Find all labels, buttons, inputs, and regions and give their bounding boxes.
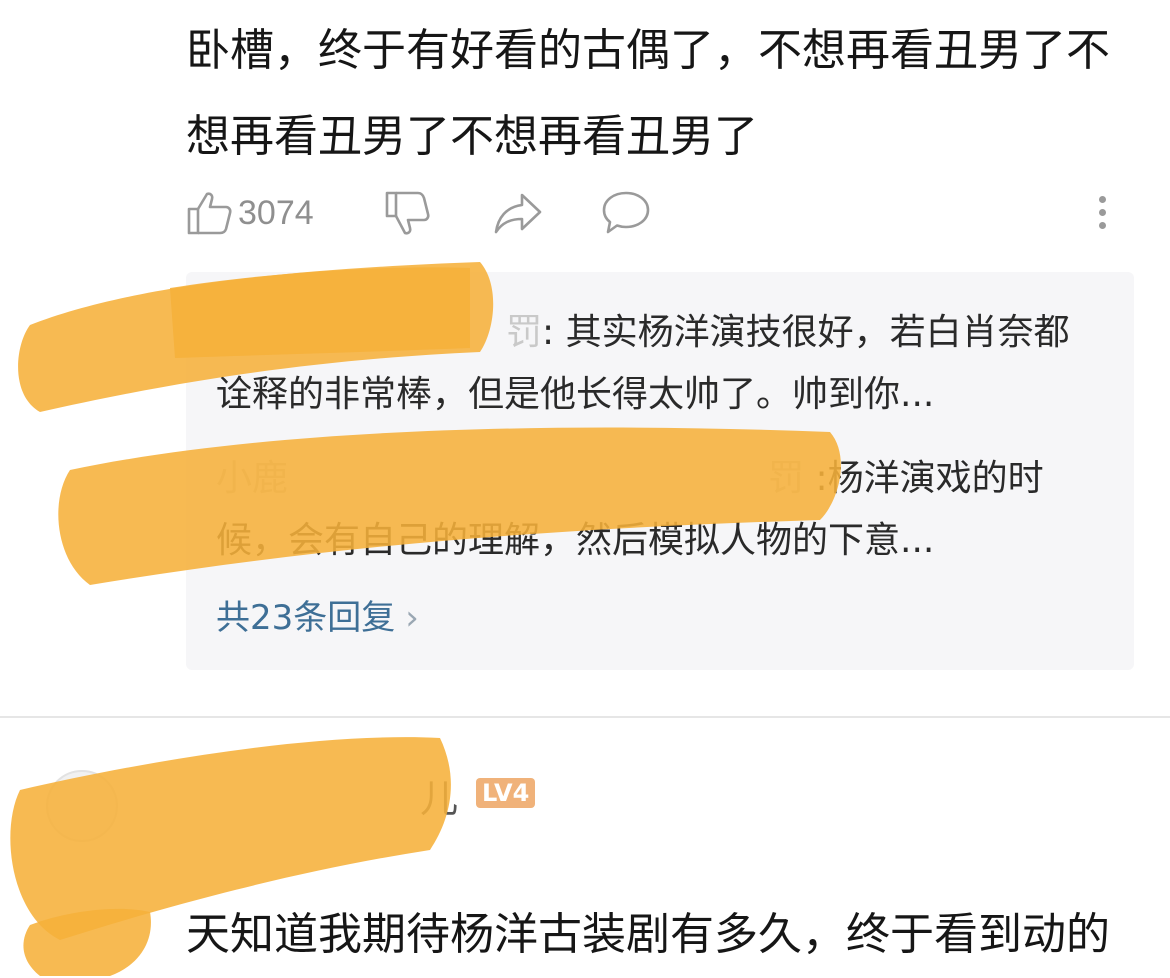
thumbs-down-icon <box>384 189 432 237</box>
reply-author[interactable]: 罚 <box>506 312 542 353</box>
replies-count-label: 共23条回复 <box>216 598 396 638</box>
username[interactable]: 儿 <box>420 768 458 823</box>
like-count: 3074 <box>238 193 314 232</box>
share-button[interactable] <box>492 184 544 242</box>
avatar[interactable] <box>46 770 118 842</box>
comment-bubble-icon <box>600 189 652 237</box>
more-vertical-icon <box>1099 196 1106 229</box>
like-button[interactable]: 3074 <box>186 184 314 242</box>
comment-action-bar: 3074 <box>186 184 1136 242</box>
view-all-replies-link[interactable]: 共23条回复 › <box>216 590 419 639</box>
reply-author[interactable]: 小鹿 <box>216 458 288 499</box>
more-options-button[interactable] <box>1099 190 1106 235</box>
reply-item[interactable]: 小鹿 罚 :杨洋演戏的时候，会有自己的理解，然后模拟人物的下意... <box>216 448 1096 572</box>
comment-text: 卧槽，终于有好看的古偶了，不想再看丑男了不想再看丑男了不想再看丑男了 <box>186 25 1110 162</box>
level-badge: LV4 <box>476 778 536 808</box>
chevron-right-icon: › <box>405 598 419 638</box>
reply-author-tail: 罚 <box>768 458 805 499</box>
reply-text: :杨洋演戏的时候，会有自己的理解，然后模拟人物的下意... <box>216 458 1044 561</box>
reply-text: : 其实杨洋演技很好，若白肖奈都诠释的非常棒，但是他长得太帅了。帅到你... <box>216 312 1070 415</box>
share-icon <box>492 190 544 236</box>
comment-text: 天知道我期待杨洋古装剧有多久，终于看到动的 <box>186 909 1110 960</box>
thumbs-up-icon <box>186 190 234 236</box>
reply-preview-box: 罚: 其实杨洋演技很好，若白肖奈都诠释的非常棒，但是他长得太帅了。帅到你... … <box>186 272 1134 670</box>
dislike-button[interactable] <box>384 184 432 242</box>
redaction-mark <box>23 908 151 976</box>
comment-divider <box>0 716 1170 718</box>
reply-button[interactable] <box>600 184 652 242</box>
reply-item[interactable]: 罚: 其实杨洋演技很好，若白肖奈都诠释的非常棒，但是他长得太帅了。帅到你... <box>216 302 1096 426</box>
